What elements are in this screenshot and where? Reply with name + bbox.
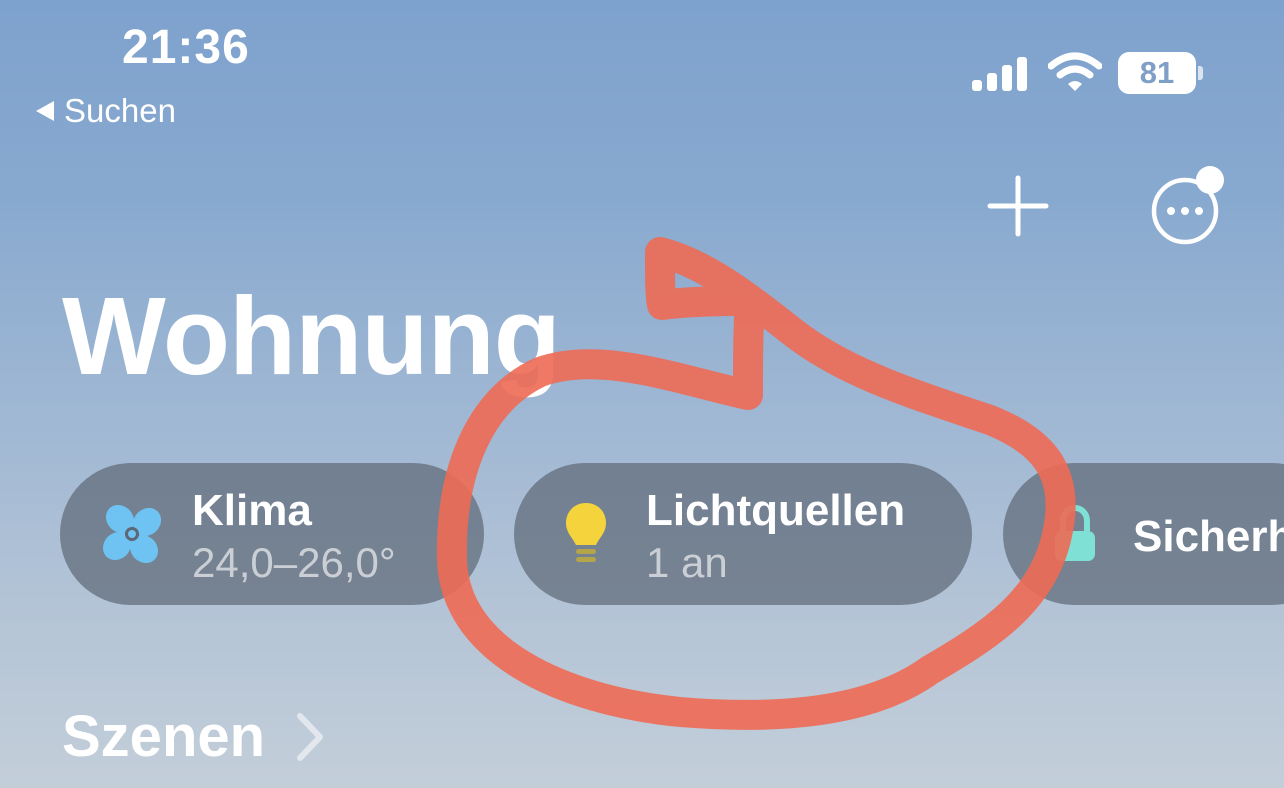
status-time: 21:36 bbox=[122, 21, 250, 74]
category-title: Lichtquellen bbox=[646, 486, 906, 535]
lock-icon bbox=[1055, 505, 1095, 561]
lightbulb-icon bbox=[566, 503, 606, 562]
category-title: Klima bbox=[192, 486, 312, 535]
plus-icon[interactable] bbox=[986, 174, 1050, 238]
battery-icon: 81 bbox=[1118, 52, 1196, 94]
category-pill-lights[interactable]: Lichtquellen 1 an bbox=[514, 463, 972, 605]
section-title: Szenen bbox=[62, 704, 266, 769]
wifi-icon bbox=[1048, 52, 1102, 91]
category-pill-climate[interactable]: Klima 24,0–26,0° bbox=[60, 463, 484, 605]
category-subtitle: 24,0–26,0° bbox=[192, 539, 396, 586]
page-title: Wohnung bbox=[62, 275, 561, 398]
battery-cap bbox=[1198, 66, 1203, 80]
category-title: Sicherh bbox=[1133, 512, 1284, 561]
back-link-label: Suchen bbox=[64, 92, 176, 129]
fan-icon bbox=[102, 504, 162, 564]
notification-badge bbox=[1196, 166, 1224, 194]
battery-level: 81 bbox=[1139, 55, 1175, 90]
back-to-search-link[interactable]: Suchen bbox=[36, 94, 176, 127]
category-pill-security[interactable]: Sicherh bbox=[1003, 463, 1284, 605]
category-subtitle: 1 an bbox=[646, 539, 728, 586]
chevron-right-icon bbox=[297, 713, 324, 761]
signal-icon bbox=[972, 57, 1027, 91]
scenes-section-header[interactable]: Szenen bbox=[62, 708, 325, 766]
back-arrow-icon bbox=[36, 100, 54, 121]
